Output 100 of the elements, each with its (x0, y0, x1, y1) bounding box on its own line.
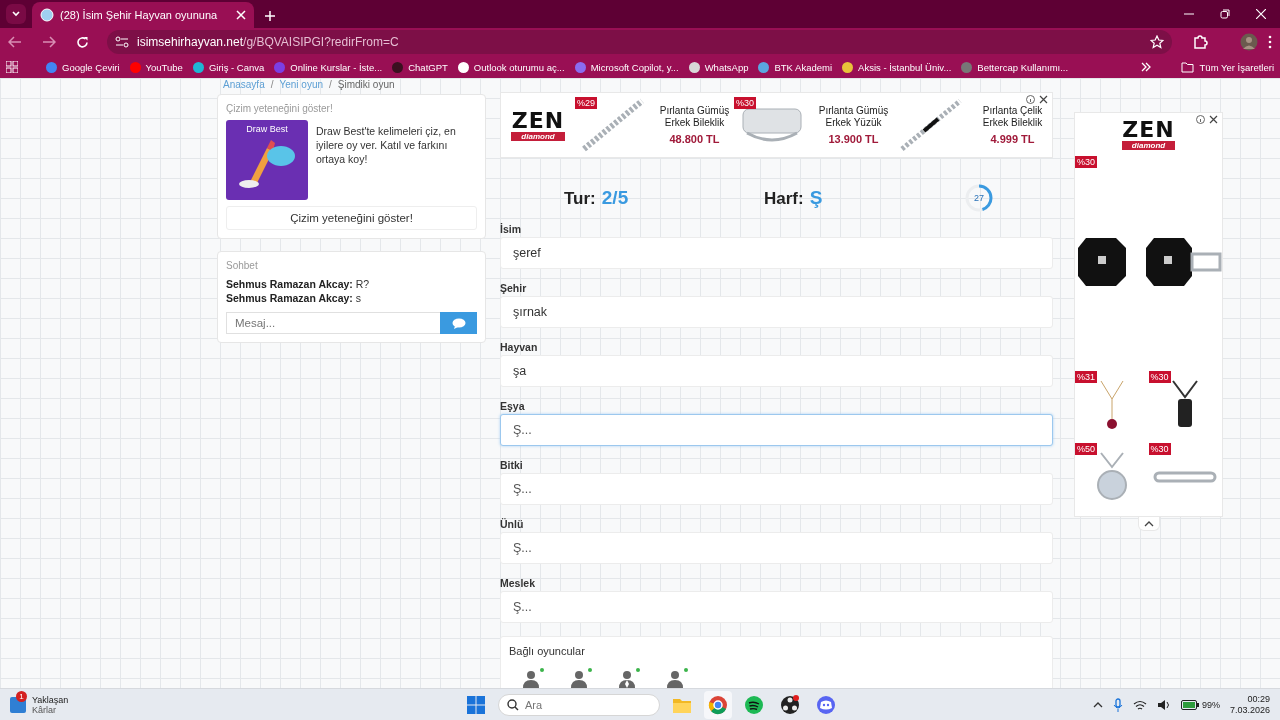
brand-logo: ZEN (511, 109, 565, 132)
promo-text: Draw Best'te kelimeleri çiz, en iyilere oy ver. Katıl ve farkını ortaya koy! (316, 124, 457, 167)
product-price: 4.999 TL (990, 133, 1035, 145)
apps-grid-icon[interactable] (6, 61, 18, 73)
bookmark[interactable]: Online Kurslar - İste... (274, 61, 383, 73)
restore-button[interactable] (1220, 9, 1230, 19)
chat-message: Sehmus Ramazan Akcay: R? (226, 277, 371, 291)
message-field[interactable]: Mesaj... (226, 312, 440, 334)
reload-icon (76, 35, 89, 49)
chevron-down-icon (11, 9, 21, 19)
bookmark[interactable]: Microsoft Copilot, y... (574, 61, 679, 73)
extension-icon[interactable] (1192, 34, 1208, 50)
record-app-icon (780, 695, 800, 715)
bookmark[interactable]: WhatsApp (688, 61, 749, 73)
microphone-icon[interactable] (1112, 698, 1123, 712)
avatar-icon[interactable] (1240, 33, 1258, 51)
ad-info-button[interactable] (1196, 115, 1205, 124)
product-name: Pırlanta Çelik Erkek Bileklik (981, 105, 1044, 129)
product-name: Pırlanta Gümüş Erkek Yüzük (817, 105, 890, 129)
more-icon[interactable] (1268, 35, 1272, 49)
brand-logo: ZEN (1122, 119, 1175, 141)
answer-field[interactable]: şeref (500, 237, 1053, 269)
bookmark[interactable]: Bettercap Kullanımı... (961, 61, 1069, 73)
music-app-icon (744, 695, 764, 715)
promo-button[interactable]: Çizim yeteneğini göster! (226, 206, 477, 230)
search-field[interactable]: Ara (498, 694, 660, 716)
clock-time[interactable]: 00:29 (1247, 694, 1270, 705)
reload-button[interactable] (76, 35, 89, 49)
promo-banner: Draw Best (226, 120, 308, 200)
bracelet-drawing (1153, 469, 1218, 485)
close-icon (1039, 95, 1048, 104)
card-title: Çizim yeteneğini göster! (226, 103, 334, 114)
bookmark[interactable]: Outlook oturumu aç... (457, 61, 565, 73)
product-name: Pırlanta Gümüş Erkek Bileklik (658, 105, 731, 129)
wifi-icon[interactable] (1132, 699, 1147, 711)
send-button[interactable] (440, 312, 477, 334)
address-bar[interactable]: isimsehirhayvan.net/g/BQVAISIPGI?redirFrom=C (107, 30, 1172, 54)
battery-icon[interactable] (1180, 700, 1199, 710)
ad-close-button[interactable] (1209, 115, 1218, 124)
battery-percent: 99% (1201, 700, 1220, 710)
card-title: Sohbet (226, 260, 259, 271)
bookmark[interactable]: Google Çeviri (46, 61, 120, 73)
browser-icon (708, 695, 728, 715)
discount-badge: %29 (575, 97, 597, 109)
bookmark[interactable]: BTK Akademi (758, 61, 833, 73)
close-icon (1256, 9, 1266, 19)
browser-tab[interactable]: (28) İsim Şehir Hayvan oyununa (32, 2, 254, 28)
user-icon (521, 669, 541, 688)
site-favicon-icon (40, 8, 54, 22)
search-icon (507, 699, 519, 711)
field-label: Hayvan (500, 341, 539, 355)
clock-date[interactable]: 7.03.2026 (1229, 705, 1270, 716)
close-button[interactable] (1256, 9, 1266, 19)
all-bookmarks-button[interactable]: Tüm Yer İşaretleri (1180, 61, 1274, 73)
chevron-up-icon[interactable] (1092, 702, 1103, 708)
answer-field[interactable]: şa (500, 355, 1053, 387)
info-icon (1026, 95, 1035, 104)
bookmark[interactable]: YouTube (129, 61, 183, 73)
chat-app-icon (816, 695, 836, 715)
bookmark[interactable]: ChatGPT (392, 61, 448, 73)
arrow-right-icon (42, 36, 56, 48)
answer-field[interactable]: Ş... (500, 414, 1053, 446)
field-label: Eşya (500, 400, 526, 414)
speech-bubble-icon (451, 317, 466, 329)
side-ad[interactable]: ZEN diamond %30 %31 %30 %50 %30 (1074, 112, 1223, 517)
collapse-button[interactable] (1137, 517, 1160, 531)
bookmark[interactable]: Giriş - Canva (192, 61, 265, 73)
discount-badge: %30 (734, 97, 756, 109)
forward-button[interactable] (42, 36, 56, 48)
ad-close-button[interactable] (1039, 95, 1048, 104)
breadcrumb-separator: / (329, 79, 332, 90)
field-label: İsim (500, 223, 522, 237)
widget-title: Yaklaşan (32, 695, 69, 705)
close-icon[interactable] (236, 10, 246, 20)
answer-field[interactable]: şırnak (500, 296, 1053, 328)
round-label: Tur: (564, 189, 596, 209)
ad-info-button[interactable] (1026, 95, 1035, 104)
chevron-double-right-icon[interactable] (1140, 62, 1151, 72)
star-icon[interactable] (1150, 35, 1164, 49)
chevron-up-icon (1143, 520, 1154, 527)
letter-value: Ş (809, 187, 823, 209)
restore-icon (1220, 9, 1230, 19)
user-icon (665, 669, 685, 688)
product-price: 48.800 TL (669, 133, 720, 145)
back-button[interactable] (8, 36, 22, 48)
discount-badge: %50 (1075, 443, 1097, 455)
windows-icon (467, 696, 485, 714)
discount-badge: %30 (1075, 156, 1097, 168)
volume-icon[interactable] (1156, 699, 1171, 711)
timer-value: 27 (973, 192, 985, 205)
round-value: 2/5 (601, 187, 629, 209)
field-label: Bitki (500, 459, 524, 473)
new-tab-button[interactable] (264, 10, 276, 22)
discount-badge: %30 (1148, 371, 1171, 383)
discount-badge: %30 (1148, 443, 1171, 455)
ad-banner[interactable]: ZEN diamond %29 Pırlanta Gümüş Erkek Bileklik 48.800 TL %30 Pırlanta Gümüş Erkek Yüzük 13.900 TL Pırlanta Çelik Erkek Bileklik 4.999 TL (500, 92, 1053, 158)
tab-list-button[interactable] (6, 4, 26, 24)
folder-icon (672, 696, 692, 714)
site-info-icon[interactable] (115, 36, 129, 48)
bookmark[interactable]: Aksis - İstanbul Üniv... (842, 61, 952, 73)
